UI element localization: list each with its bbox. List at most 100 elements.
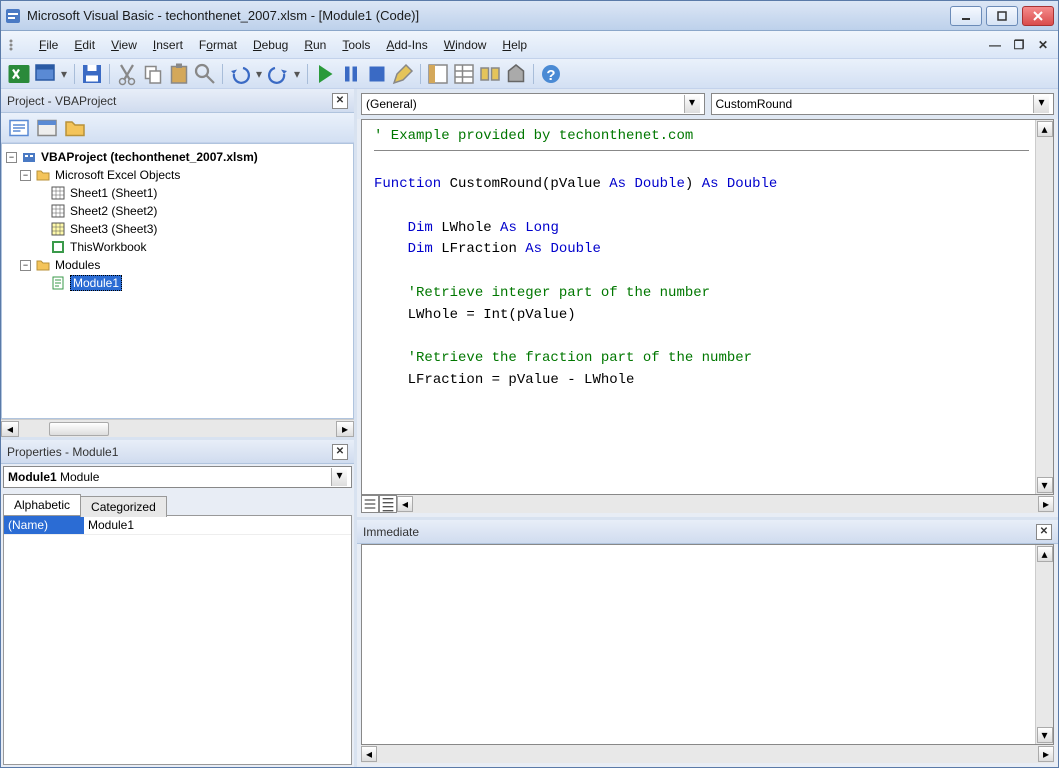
scroll-down-icon[interactable]: ▾ [1037,727,1053,743]
project-tree[interactable]: − VBAProject (techonthenet_2007.xlsm) − … [1,143,354,419]
scroll-up-icon[interactable]: ▴ [1037,546,1053,562]
run-button[interactable] [313,62,337,86]
minimize-button[interactable] [950,6,982,26]
property-row[interactable]: (Name) Module1 [4,516,351,535]
procedure-view-button[interactable] [361,495,379,513]
properties-window-button[interactable] [452,62,476,86]
break-button[interactable] [339,62,363,86]
mdi-minimize-button[interactable]: — [986,37,1004,53]
tree-sheet2[interactable]: Sheet2 (Sheet2) [6,202,349,220]
code-editor[interactable]: ' Example provided by techonthenet.com F… [362,120,1035,494]
menu-view[interactable]: View [103,35,145,55]
object-browser-button[interactable] [478,62,502,86]
toolbox-button[interactable] [504,62,528,86]
scroll-up-icon[interactable]: ▴ [1037,121,1053,137]
view-excel-button[interactable] [7,62,31,86]
full-module-view-button[interactable] [379,495,397,513]
chevron-down-icon[interactable]: ▾ [331,468,347,486]
code-hscrollbar[interactable]: ◂ ▸ [397,495,1054,513]
properties-grid[interactable]: (Name) Module1 [3,515,352,765]
insert-dropdown[interactable]: ▾ [59,67,69,81]
menu-window[interactable]: Window [436,35,495,55]
property-value-cell[interactable]: Module1 [84,516,351,534]
project-panel-close-button[interactable]: ✕ [332,93,348,109]
worksheet-icon [50,203,66,219]
menu-file[interactable]: File [31,35,66,55]
toggle-folders-button[interactable] [63,116,87,140]
copy-button[interactable] [141,62,165,86]
close-button[interactable] [1022,6,1054,26]
project-explorer-button[interactable] [426,62,450,86]
mdi-restore-button[interactable]: ❐ [1010,37,1028,53]
code-keyword: Function [374,176,441,192]
tree-modules[interactable]: − Modules [6,256,349,274]
scroll-left-icon[interactable]: ◂ [1,421,19,437]
titlebar: Microsoft Visual Basic - techonthenet_20… [1,1,1058,31]
menu-debug[interactable]: Debug [245,35,296,55]
scroll-right-icon[interactable]: ▸ [1038,746,1054,762]
menu-help[interactable]: Help [494,35,535,55]
code-procedure-combo[interactable]: CustomRound ▾ [711,93,1055,115]
tree-label: Sheet1 (Sheet1) [70,186,157,200]
scroll-left-icon[interactable]: ◂ [397,496,413,512]
tree-label: Microsoft Excel Objects [55,168,180,182]
mdi-close-button[interactable]: ✕ [1034,37,1052,53]
cut-button[interactable] [115,62,139,86]
tree-label: ThisWorkbook [70,240,146,254]
tab-alphabetic[interactable]: Alphabetic [3,494,81,515]
design-mode-button[interactable] [391,62,415,86]
scroll-down-icon[interactable]: ▾ [1037,477,1053,493]
immediate-textarea[interactable] [362,545,1035,744]
redo-dropdown[interactable]: ▾ [292,67,302,81]
tree-root[interactable]: − VBAProject (techonthenet_2007.xlsm) [6,148,349,166]
chevron-down-icon[interactable]: ▾ [684,95,700,113]
tree-thisworkbook[interactable]: ThisWorkbook [6,238,349,256]
properties-object-combo[interactable]: Module1 Module ▾ [3,466,352,488]
menu-run[interactable]: Run [296,35,334,55]
view-code-button[interactable] [7,116,31,140]
menu-format[interactable]: Format [191,35,245,55]
menu-tools[interactable]: Tools [334,35,378,55]
tree-module1[interactable]: Module1 [6,274,349,292]
immediate-hscrollbar[interactable]: ◂ ▸ [361,745,1054,763]
tab-categorized[interactable]: Categorized [80,496,167,517]
immediate-vscrollbar[interactable]: ▴ ▾ [1035,545,1053,744]
maximize-button[interactable] [986,6,1018,26]
scroll-thumb[interactable] [49,422,109,436]
paste-button[interactable] [167,62,191,86]
undo-dropdown[interactable]: ▾ [254,67,264,81]
code-text: LFraction [433,241,525,257]
vbaproject-icon [21,149,37,165]
undo-button[interactable] [228,62,252,86]
view-object-button[interactable] [35,116,59,140]
menu-insert[interactable]: Insert [145,35,191,55]
immediate-panel-close-button[interactable]: ✕ [1036,524,1052,540]
tree-excel-objects[interactable]: − Microsoft Excel Objects [6,166,349,184]
menu-addins[interactable]: Add-Ins [378,35,435,55]
save-button[interactable] [80,62,104,86]
collapse-icon[interactable]: − [20,260,31,271]
insert-userform-button[interactable] [33,62,57,86]
collapse-icon[interactable]: − [20,170,31,181]
redo-button[interactable] [266,62,290,86]
tree-label-selected: Module1 [70,275,122,291]
code-object-combo[interactable]: (General) ▾ [361,93,705,115]
code-keyword: Dim [408,220,433,236]
code-vscrollbar[interactable]: ▴ ▾ [1035,120,1053,494]
scroll-left-icon[interactable]: ◂ [361,746,377,762]
properties-panel-close-button[interactable]: ✕ [332,444,348,460]
collapse-icon[interactable]: − [6,152,17,163]
worksheet-icon [50,185,66,201]
reset-button[interactable] [365,62,389,86]
app-icon [5,8,21,24]
project-hscrollbar[interactable]: ◂ ▸ [1,419,354,437]
tree-sheet3[interactable]: Sheet3 (Sheet3) [6,220,349,238]
project-panel-title: Project - VBAProject [7,94,332,108]
find-button[interactable] [193,62,217,86]
scroll-right-icon[interactable]: ▸ [1038,496,1054,512]
tree-sheet1[interactable]: Sheet1 (Sheet1) [6,184,349,202]
scroll-right-icon[interactable]: ▸ [336,421,354,437]
help-button[interactable]: ? [539,62,563,86]
menu-edit[interactable]: Edit [66,35,103,55]
chevron-down-icon[interactable]: ▾ [1033,95,1049,113]
